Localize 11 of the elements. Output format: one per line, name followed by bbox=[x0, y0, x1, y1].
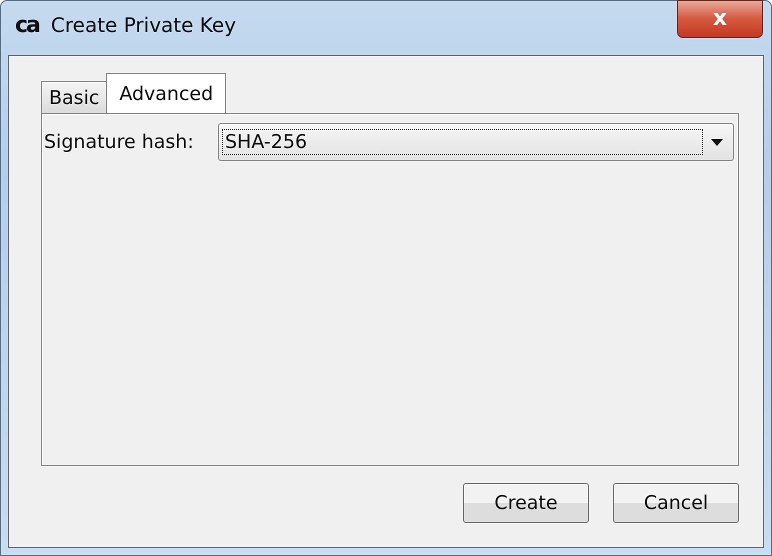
tab[interactable]: Advanced bbox=[106, 73, 226, 113]
dialog-button[interactable]: Create bbox=[463, 483, 589, 523]
signature-hash-dropdown[interactable]: SHA-256 bbox=[218, 123, 734, 161]
app-logo: ca bbox=[15, 12, 39, 38]
tab[interactable]: Basic bbox=[41, 81, 108, 113]
field-label: Signature hash: bbox=[44, 131, 195, 153]
dropdown-value: SHA-256 bbox=[222, 129, 703, 155]
window-title: Create Private Key bbox=[50, 13, 236, 37]
dialog-button[interactable]: Cancel bbox=[613, 483, 739, 523]
close-button[interactable]: x bbox=[677, 0, 763, 38]
caret-icon bbox=[711, 138, 723, 146]
